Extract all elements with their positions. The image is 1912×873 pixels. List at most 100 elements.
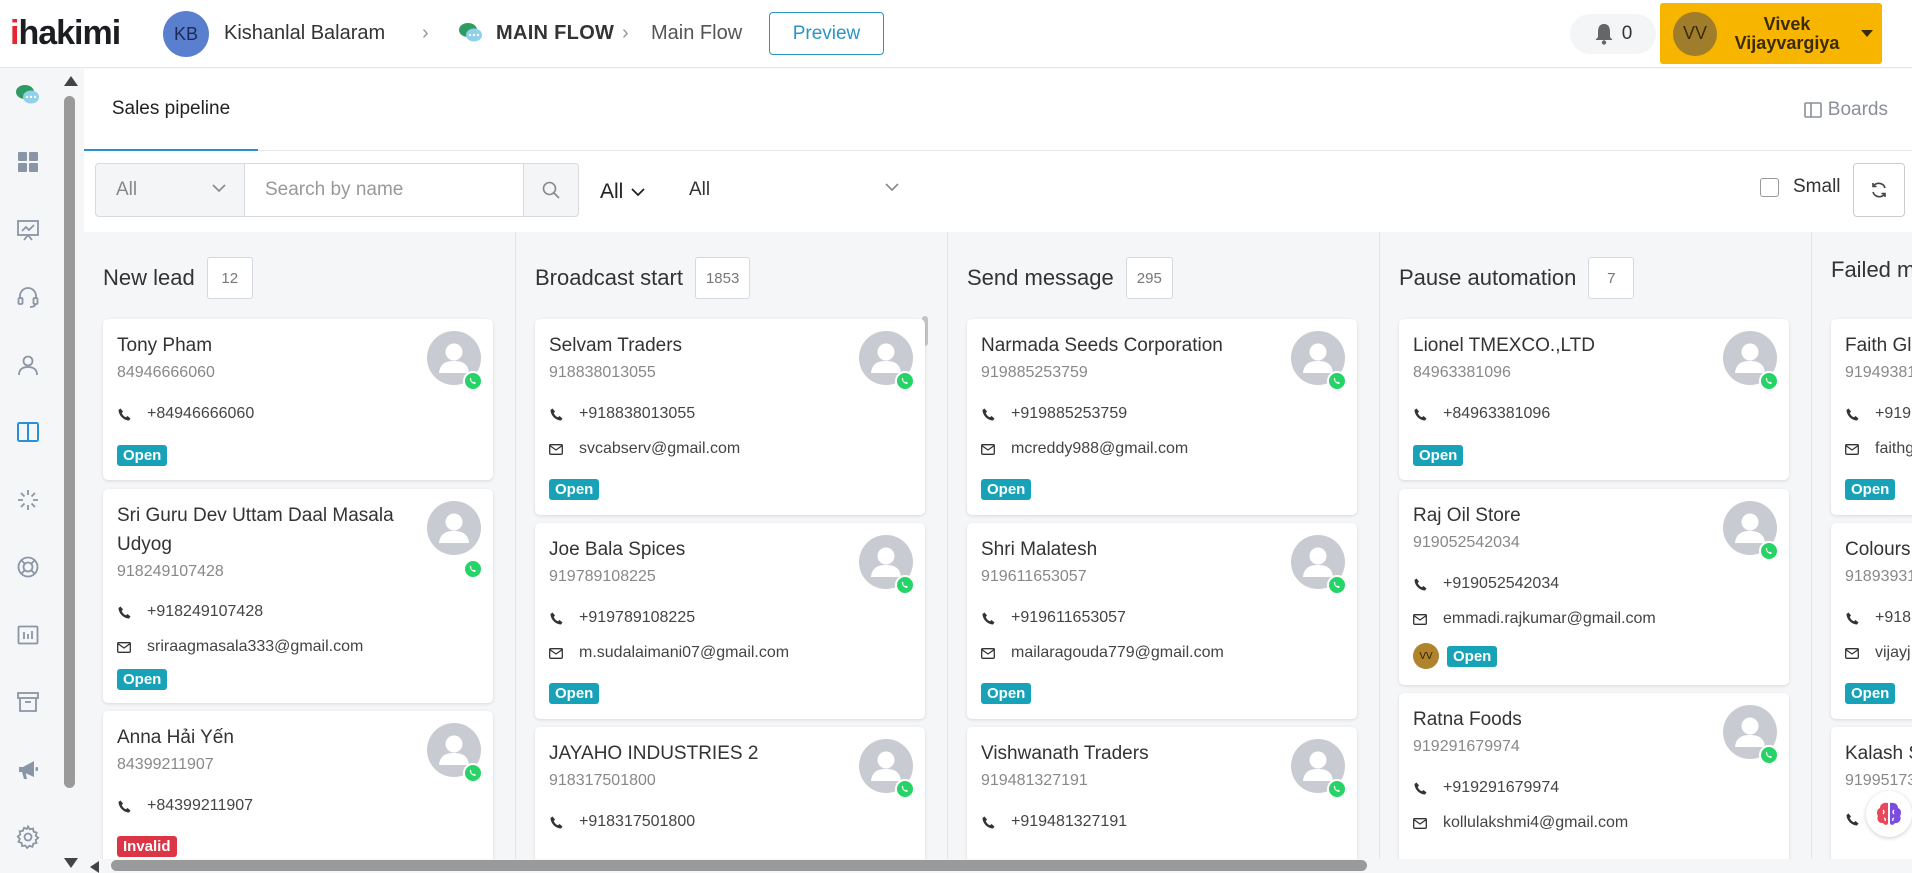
column-count: 1853 <box>694 257 751 299</box>
pipeline-column: Failed m Faith Gl 91949381 +919 faithg O… <box>1812 232 1912 859</box>
phone-icon <box>981 612 995 625</box>
megaphone-icon[interactable] <box>14 756 42 784</box>
status-badge: Open <box>1845 479 1896 500</box>
lead-card[interactable]: Selvam Traders 918838013055 +91883801305… <box>535 319 925 515</box>
tab-sales-pipeline[interactable]: Sales pipeline <box>84 69 258 151</box>
lead-card[interactable]: Raj Oil Store 919052542034 +919052542034… <box>1399 489 1789 685</box>
sparkle-icon[interactable] <box>14 486 42 514</box>
boards-link[interactable]: Boards <box>1803 99 1888 121</box>
lead-name: Kalash S <box>1845 743 1912 764</box>
column-title: Failed m <box>1831 257 1912 282</box>
lead-card[interactable]: Ratna Foods 919291679974 +919291679974 k… <box>1399 693 1789 859</box>
boards-icon <box>1803 102 1822 118</box>
boards-icon[interactable] <box>14 418 42 446</box>
agent-select[interactable]: All <box>689 163 899 217</box>
lead-card[interactable]: Joe Bala Spices 919789108225 +9197891082… <box>535 523 925 719</box>
pipeline-column: Pause automation 7 Lionel TMEXCO.,LTD 84… <box>1380 232 1812 859</box>
whatsapp-icon <box>463 763 483 783</box>
lead-number: 919789108225 <box>549 568 656 585</box>
scroll-left-arrow[interactable] <box>90 861 99 873</box>
lead-email-row: mailaragouda779@gmail.com <box>981 644 1224 662</box>
lead-card[interactable]: Vishwanath Traders 919481327191 +9194813… <box>967 727 1357 859</box>
lead-phone-row <box>1845 813 1859 826</box>
scroll-down-arrow[interactable] <box>64 858 78 868</box>
search-input[interactable] <box>244 163 524 217</box>
avatar <box>427 501 481 555</box>
phone-icon <box>1413 782 1427 795</box>
user-menu-button[interactable]: VV Vivek Vijayvargiya <box>1660 3 1882 64</box>
scroll-up-arrow[interactable] <box>64 76 78 86</box>
headset-icon[interactable] <box>14 283 42 311</box>
dashboard-icon[interactable] <box>14 148 42 176</box>
lead-phone-row: +918249107428 <box>117 603 263 621</box>
lead-card[interactable]: Tony Pham 84946666060 +84946666060 Open <box>103 319 493 480</box>
whatsapp-icon <box>895 779 915 799</box>
lead-email-row: sriraagmasala333@gmail.com <box>117 638 363 656</box>
refresh-icon <box>1872 182 1886 198</box>
lifebuoy-icon[interactable] <box>14 553 42 581</box>
lead-phone-row: +918317501800 <box>549 813 695 831</box>
column-header: Pause automation 7 <box>1399 257 1635 299</box>
lead-card[interactable]: Lionel TMEXCO.,LTD 84963381096 +84963381… <box>1399 319 1789 480</box>
lead-name: Ratna Foods <box>1413 709 1522 730</box>
lead-phone-row: +919885253759 <box>981 405 1127 423</box>
breadcrumb-flow[interactable]: MAIN FLOW <box>496 22 614 45</box>
type-select[interactable]: All <box>95 163 245 217</box>
phone-icon <box>117 800 131 813</box>
mail-icon <box>981 647 995 659</box>
pipeline-column: New lead 12 Tony Pham 84946666060 +84946… <box>84 232 516 859</box>
lead-name: Colours <box>1845 539 1911 560</box>
column-header: Send message 295 <box>967 257 1173 299</box>
lead-number: 91949381 <box>1845 364 1912 381</box>
settings-gear-icon[interactable] <box>14 823 42 851</box>
status-badge: Open <box>1845 683 1896 704</box>
phone-icon <box>549 408 563 421</box>
lead-card[interactable]: Anna Hải Yến 84399211907 +84399211907 In… <box>103 711 493 859</box>
whatsapp-icon <box>463 559 483 579</box>
lead-number: 919291679974 <box>1413 738 1520 755</box>
archive-icon[interactable] <box>14 688 42 716</box>
mail-icon <box>1413 817 1427 829</box>
presentation-icon[interactable] <box>14 216 42 244</box>
lead-card[interactable]: Faith Gl 91949381 +919 faithg Open <box>1831 319 1912 515</box>
lead-number: 918838013055 <box>549 364 656 381</box>
lead-number: 91893931 <box>1845 568 1912 585</box>
lead-phone-row: +919481327191 <box>981 813 1127 831</box>
whatsapp-icon <box>1759 745 1779 765</box>
phone-icon <box>117 606 131 619</box>
chevron-down-icon <box>885 183 899 192</box>
lead-email-row: emmadi.rajkumar@gmail.com <box>1413 610 1656 628</box>
chevron-down-icon <box>631 188 645 197</box>
horizontal-scrollbar[interactable] <box>84 859 1912 873</box>
user-name: Vivek Vijayvargiya <box>1734 13 1840 53</box>
lead-card[interactable]: Narmada Seeds Corporation 919885253759 +… <box>967 319 1357 515</box>
user-icon[interactable] <box>14 351 42 379</box>
lead-phone-row: +918 <box>1845 609 1911 627</box>
lead-phone-row: +919291679974 <box>1413 779 1559 797</box>
lead-card[interactable]: JAYAHO INDUSTRIES 2 918317501800 +918317… <box>535 727 925 859</box>
refresh-button[interactable] <box>1853 163 1905 217</box>
lead-card[interactable]: Sri Guru Dev Uttam Daal Masala Udyog 918… <box>103 489 493 703</box>
small-checkbox[interactable] <box>1760 177 1779 197</box>
notifications-button[interactable]: 0 <box>1570 14 1656 54</box>
lead-card[interactable]: Colours 91893931 +918 vijayj Open <box>1831 523 1912 719</box>
status-badge: Open <box>549 683 600 704</box>
search-button[interactable] <box>523 163 579 217</box>
small-toggle[interactable]: Small <box>1760 176 1841 198</box>
lead-name: Shri Malatesh <box>981 539 1098 560</box>
lead-card[interactable]: Shri Malatesh 919611653057 +919611653057… <box>967 523 1357 719</box>
status-select[interactable]: All <box>600 180 645 204</box>
chat-logo-icon[interactable] <box>14 81 42 109</box>
brain-icon <box>1876 802 1902 825</box>
breadcrumb-account[interactable]: Kishanlal Balaram <box>224 22 385 45</box>
preview-button[interactable]: Preview <box>769 12 884 55</box>
ai-assistant-button[interactable] <box>1866 791 1912 837</box>
user-avatar: VV <box>1673 11 1717 56</box>
whatsapp-icon <box>1759 541 1779 561</box>
lead-phone-row: +84399211907 <box>117 797 253 815</box>
report-icon[interactable] <box>14 621 42 649</box>
account-avatar[interactable]: KB <box>163 11 209 57</box>
horizontal-scrollbar-thumb[interactable] <box>111 860 1367 871</box>
vertical-scrollbar-thumb[interactable] <box>64 96 75 788</box>
app-logo[interactable]: ihakimi <box>10 14 121 53</box>
